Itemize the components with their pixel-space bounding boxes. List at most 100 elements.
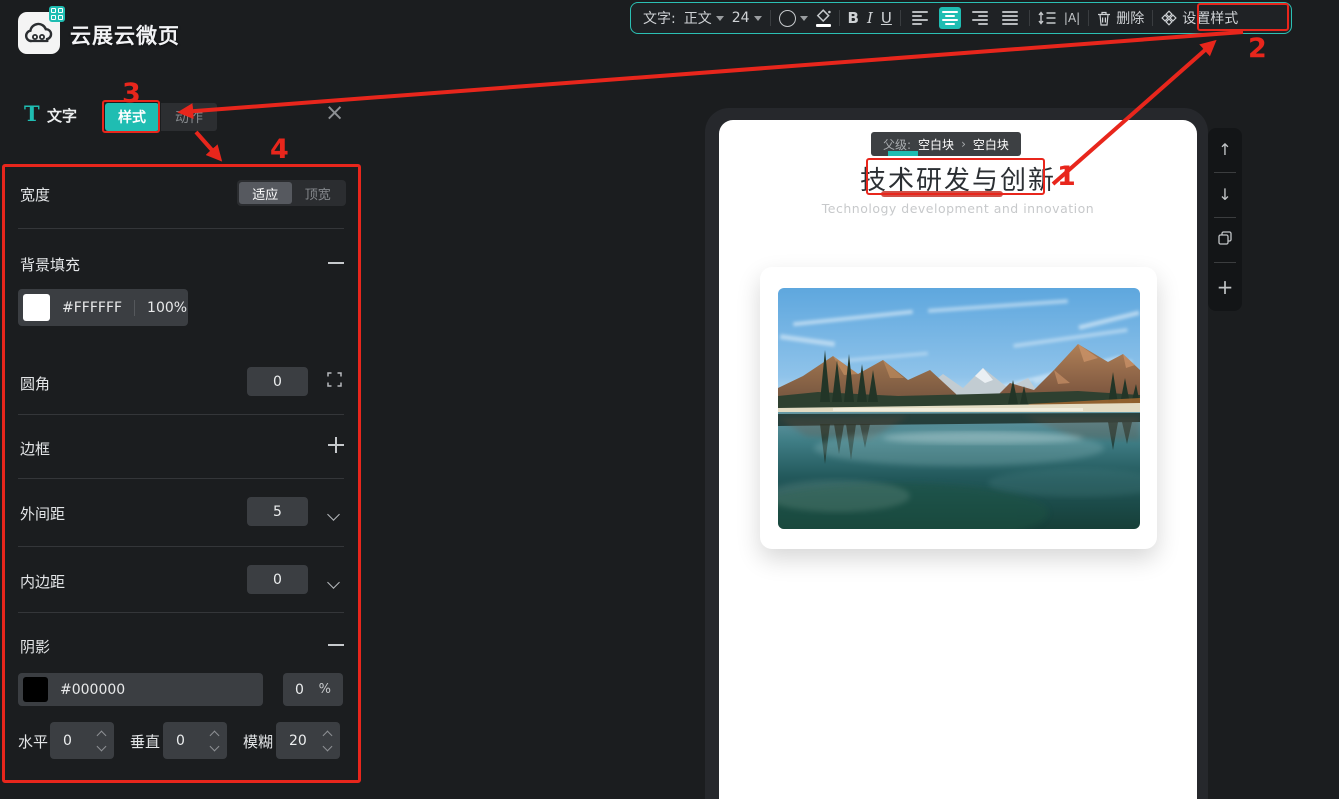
set-style-label: 设置样式 <box>1182 8 1238 28</box>
padding-input[interactable]: 0 <box>247 565 308 594</box>
style-diamonds-icon <box>1161 10 1177 26</box>
shadow-blur-stepper[interactable]: 20 <box>276 722 340 759</box>
underline-button[interactable]: U <box>881 9 892 27</box>
color-swatch[interactable] <box>23 294 50 321</box>
line-height-button[interactable] <box>1038 11 1056 25</box>
align-justify-button[interactable] <box>999 7 1021 29</box>
highlight-color-button[interactable] <box>816 9 831 27</box>
shadow-opacity-value: 0 <box>295 682 304 698</box>
breadcrumb-child[interactable]: 空白块 <box>973 136 1009 153</box>
chip-divider <box>134 300 135 316</box>
add-block-button[interactable]: + <box>1217 277 1234 297</box>
toolbar-divider <box>770 10 771 26</box>
step-up-icon[interactable] <box>210 730 220 740</box>
width-fit-button[interactable]: 适应 <box>239 182 292 204</box>
font-size-dropdown[interactable]: 24 <box>732 10 762 26</box>
logo-badge-icon <box>49 6 65 22</box>
collapse-minus-icon[interactable] <box>328 262 344 264</box>
move-down-button[interactable]: ↓ <box>1218 187 1231 203</box>
toolbar-divider <box>839 10 840 26</box>
toolbar-divider <box>1088 10 1089 26</box>
toolbar-divider <box>1029 10 1030 26</box>
close-icon[interactable]: × <box>325 102 344 125</box>
background-opacity-value: 100% <box>147 300 187 316</box>
stepper-value: 0 <box>176 733 211 749</box>
shadow-color-value: #000000 <box>60 682 125 698</box>
shadow-horizontal-stepper[interactable]: 0 <box>50 722 114 759</box>
percent-sign: % <box>319 682 331 697</box>
toolbar-divider <box>900 10 901 26</box>
chevron-down-icon <box>800 16 808 21</box>
move-up-button[interactable]: ↑ <box>1218 142 1231 158</box>
shadow-label: 阴影 <box>20 636 50 657</box>
chevron-down-icon[interactable] <box>329 504 345 520</box>
page-subtitle-text[interactable]: Technology development and innovation <box>719 201 1197 216</box>
duplicate-icon <box>1218 231 1232 245</box>
image-block[interactable] <box>760 267 1157 549</box>
width-label: 宽度 <box>20 184 50 205</box>
step-up-icon[interactable] <box>97 730 107 740</box>
breadcrumb-prefix: 父级: <box>883 136 911 153</box>
step-down-icon[interactable] <box>210 741 220 751</box>
delete-button[interactable]: 删除 <box>1097 8 1144 28</box>
step-up-icon[interactable] <box>323 730 333 740</box>
chevron-down-icon[interactable] <box>329 572 345 588</box>
brand-title: 云展云微页 <box>70 20 180 50</box>
fill-color-bar <box>816 24 831 27</box>
text-format-toolbar: 文字: 正文 24 B I U <box>630 2 1292 34</box>
toolbar-divider <box>1152 10 1153 26</box>
layer-toolbar: ↑ ↓ + <box>1208 128 1242 311</box>
width-toggle-group: 适应 顶宽 <box>237 180 346 206</box>
divider <box>18 414 344 415</box>
page-title-text[interactable]: 技术研发与创新 <box>719 160 1197 197</box>
background-color-chip[interactable]: #FFFFFF 100% <box>18 289 188 326</box>
annotation-number-4: 4 <box>270 134 289 165</box>
background-fill-label: 背景填充 <box>20 254 80 275</box>
duplicate-button[interactable] <box>1218 231 1232 248</box>
color-swatch[interactable] <box>23 677 48 702</box>
bold-button[interactable]: B <box>848 9 859 27</box>
shadow-color-chip[interactable]: #000000 <box>18 673 263 706</box>
breadcrumb-active-indicator <box>888 151 918 156</box>
text-color-dropdown[interactable] <box>779 10 808 27</box>
divider <box>18 228 344 229</box>
color-ring-icon <box>779 10 796 27</box>
app-logo[interactable] <box>18 12 60 54</box>
set-style-button[interactable]: 设置样式 <box>1161 8 1238 28</box>
collapse-minus-icon[interactable] <box>328 644 344 646</box>
breadcrumb-parent[interactable]: 空白块 <box>918 136 954 153</box>
divider <box>18 478 344 479</box>
radius-label: 圆角 <box>20 373 50 394</box>
padding-label: 内边距 <box>20 571 65 592</box>
line-height-icon <box>1038 11 1056 25</box>
shadow-vertical-stepper[interactable]: 0 <box>163 722 227 759</box>
divider <box>1214 262 1236 263</box>
divider <box>1214 217 1236 218</box>
margin-input[interactable]: 5 <box>247 497 308 526</box>
italic-button[interactable]: I <box>867 9 873 27</box>
step-down-icon[interactable] <box>97 741 107 751</box>
tab-action[interactable]: 动作 <box>161 103 217 131</box>
divider <box>18 546 344 547</box>
align-right-button[interactable] <box>969 7 991 29</box>
letter-spacing-button[interactable]: |A| <box>1064 11 1080 25</box>
align-left-button[interactable] <box>909 7 931 29</box>
annotation-number-2: 2 <box>1248 33 1267 64</box>
tab-style[interactable]: 样式 <box>105 103 159 131</box>
shadow-horizontal-label: 水平 <box>18 731 48 752</box>
font-family-dropdown[interactable]: 正文 <box>684 8 724 28</box>
add-border-plus-icon[interactable] <box>328 437 344 453</box>
text-label: 文字: <box>643 8 676 28</box>
radius-input[interactable]: 0 <box>247 367 308 396</box>
step-down-icon[interactable] <box>323 741 333 751</box>
border-label: 边框 <box>20 438 50 459</box>
chevron-down-icon <box>754 16 762 21</box>
align-center-button[interactable] <box>939 7 961 29</box>
trash-icon <box>1097 11 1111 26</box>
cloud-logo-icon <box>24 22 54 44</box>
expand-corners-icon[interactable] <box>327 372 342 387</box>
divider <box>1214 172 1236 173</box>
width-full-button[interactable]: 顶宽 <box>292 182 345 204</box>
shadow-opacity-field[interactable]: 0 % <box>283 673 343 706</box>
shadow-blur-label: 模糊 <box>243 731 273 752</box>
